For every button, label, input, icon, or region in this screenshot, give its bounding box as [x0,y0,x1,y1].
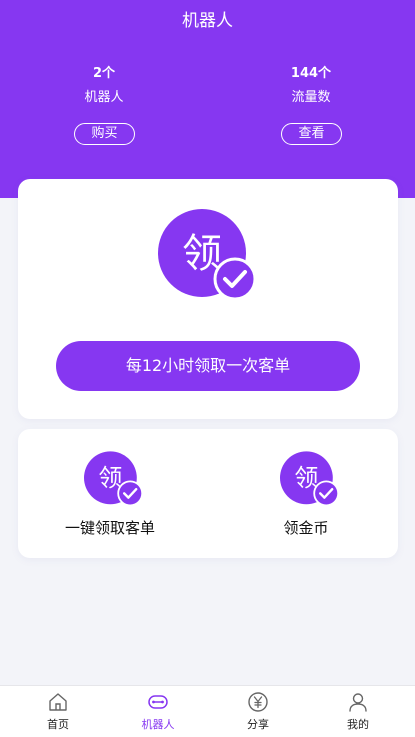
page-title: 机器人 [182,11,233,31]
claim-badge-icon: 领 [84,451,144,507]
traffic-count-label: 流量数 [291,90,331,105]
tab-robot[interactable]: 机器人 [106,686,210,737]
buy-button[interactable]: 购买 [74,123,135,145]
claim-card: 领 每12小时领取一次客单 [18,179,398,419]
claim-coins-action[interactable]: 领 领金币 [236,451,376,543]
claim-badge-icon: 领 [158,209,257,301]
view-button[interactable]: 查看 [281,123,342,145]
tab-home-label: 首页 [47,718,69,731]
yen-icon [248,692,268,712]
tab-home[interactable]: 首页 [6,686,110,737]
tab-share-label: 分享 [247,718,269,731]
claim-badge-icon: 领 [280,451,340,507]
tab-mine[interactable]: 我的 [306,686,410,737]
robot-count: 2个 [92,66,116,81]
one-click-claim-action[interactable]: 领 一键领取客单 [40,451,180,543]
claim-orders-button[interactable]: 每12小时领取一次客单 [56,341,360,391]
tab-share[interactable]: 分享 [206,686,310,737]
user-icon [349,693,367,712]
robot-count-label: 机器人 [84,90,124,105]
tab-robot-label: 机器人 [141,718,175,731]
traffic-count: 144个 [290,66,332,81]
home-icon [49,693,67,711]
bottom-tab-bar: 首页 机器人 分享 我的 [0,685,415,737]
tab-mine-label: 我的 [347,718,369,731]
claim-coins-label: 领金币 [283,519,329,537]
one-click-claim-label: 一键领取客单 [64,519,155,537]
actions-card: 领 一键领取客单 领 领金币 [18,429,398,558]
robot-icon [148,695,168,709]
